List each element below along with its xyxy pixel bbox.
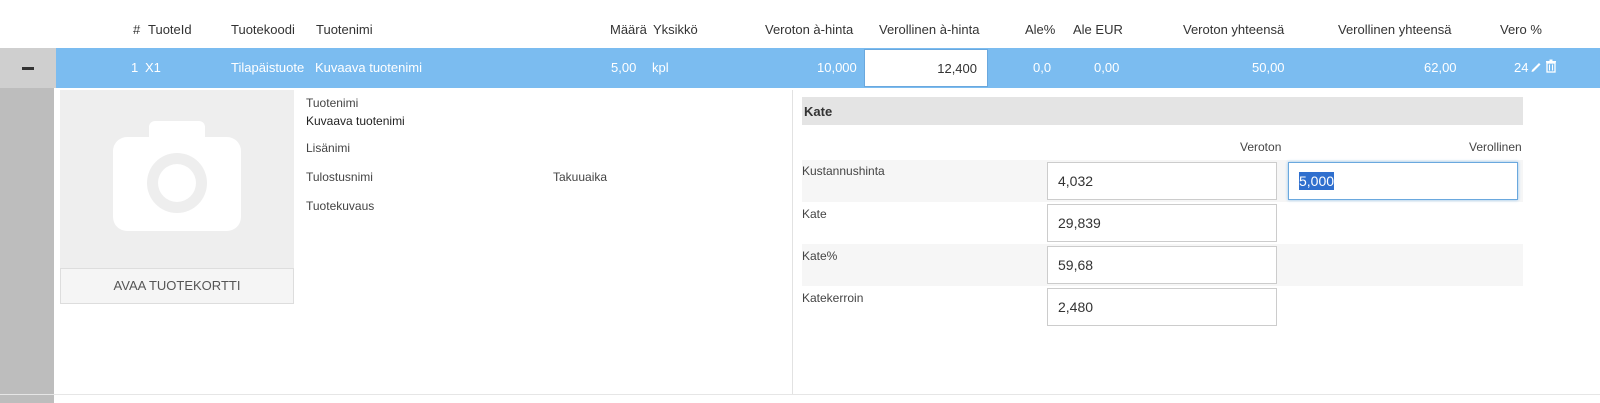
header-net-total[interactable]: Veroton yhteensä <box>1183 22 1284 38</box>
margin-multiplier-label: Katekerroin <box>802 291 864 305</box>
row-net-price: 10,000 <box>817 60 857 75</box>
margin-panel-header: Kate <box>802 97 1523 125</box>
margin-pct-label: Kate% <box>802 249 838 263</box>
header-id[interactable]: TuoteId <box>148 22 192 38</box>
cost-gross-input[interactable]: 5,000 <box>1288 162 1518 200</box>
margin-panel-title: Kate <box>804 104 833 119</box>
row-discount-eur: 0,00 <box>1094 60 1120 75</box>
column-divider <box>792 90 793 395</box>
pencil-icon[interactable] <box>1530 60 1542 73</box>
header-gross-price[interactable]: Verollinen à-hinta <box>879 22 979 38</box>
description-label: Tuotekuvaus <box>306 199 375 213</box>
row-qty: 5,00 <box>611 60 637 75</box>
detail-gutter <box>0 88 54 403</box>
margin-multiplier-value: 2,480 <box>1058 299 1094 315</box>
row-discount-pct: 0,0 <box>1033 60 1052 75</box>
product-name-label: Tuotenimi <box>306 96 359 110</box>
extra-name-label: Lisänimi <box>306 141 351 155</box>
header-name[interactable]: Tuotenimi <box>316 22 373 38</box>
header-discount-pct[interactable]: Ale% <box>1025 22 1055 38</box>
row-id: X1 <box>145 60 161 75</box>
product-name-value[interactable]: Kuvaava tuotenimi <box>306 114 405 128</box>
margin-value: 29,839 <box>1058 215 1101 231</box>
trash-icon[interactable] <box>1545 59 1557 73</box>
cost-price-label: Kustannushinta <box>802 164 885 178</box>
margin-col-gross: Verollinen <box>1469 140 1522 154</box>
print-name-label: Tulostusnimi <box>306 170 373 184</box>
camera-icon <box>113 121 241 231</box>
warranty-label: Takuuaika <box>553 170 608 184</box>
header-vat[interactable]: Vero % <box>1500 22 1542 38</box>
minus-icon <box>22 67 34 70</box>
cost-gross-value: 5,000 <box>1299 172 1335 190</box>
header-qty[interactable]: Määrä <box>610 22 647 38</box>
row-net-total: 50,00 <box>1252 60 1285 75</box>
margin-pct-value: 59,68 <box>1058 257 1094 273</box>
header-gross-total[interactable]: Verollinen yhteensä <box>1338 22 1451 38</box>
row-name: Kuvaava tuotenimi <box>315 60 422 75</box>
margin-multiplier-input[interactable]: 2,480 <box>1047 288 1277 326</box>
row-num: 1 <box>131 60 139 75</box>
table-row[interactable]: 1 X1 Tilapäistuote Kuvaava tuotenimi 5,0… <box>0 48 1600 88</box>
collapse-button[interactable] <box>0 48 56 88</box>
product-image-placeholder[interactable] <box>60 90 294 268</box>
table-header: # TuoteId Tuotekoodi Tuotenimi Määrä Yks… <box>0 0 1600 48</box>
margin-label: Kate <box>802 207 827 221</box>
bottom-border <box>0 394 1600 395</box>
header-code[interactable]: Tuotekoodi <box>231 22 295 38</box>
row-code: Tilapäistuote <box>231 60 305 75</box>
margin-pct-input[interactable]: 59,68 <box>1047 246 1277 284</box>
row-vat: 24 <box>1514 60 1529 75</box>
gross-price-input[interactable] <box>864 49 988 87</box>
cost-net-input[interactable]: 4,032 <box>1047 162 1277 200</box>
open-product-card-button[interactable]: AVAA TUOTEKORTTI <box>60 268 294 304</box>
margin-input[interactable]: 29,839 <box>1047 204 1277 242</box>
header-discount-eur[interactable]: Ale EUR <box>1073 22 1123 38</box>
margin-col-net: Veroton <box>1240 140 1282 154</box>
header-unit[interactable]: Yksikkö <box>653 22 698 38</box>
row-unit: kpl <box>652 60 669 75</box>
header-net-price[interactable]: Veroton à-hinta <box>765 22 853 38</box>
row-gross-total: 62,00 <box>1424 60 1457 75</box>
header-num: # <box>133 22 141 37</box>
cost-net-value: 4,032 <box>1058 173 1094 189</box>
